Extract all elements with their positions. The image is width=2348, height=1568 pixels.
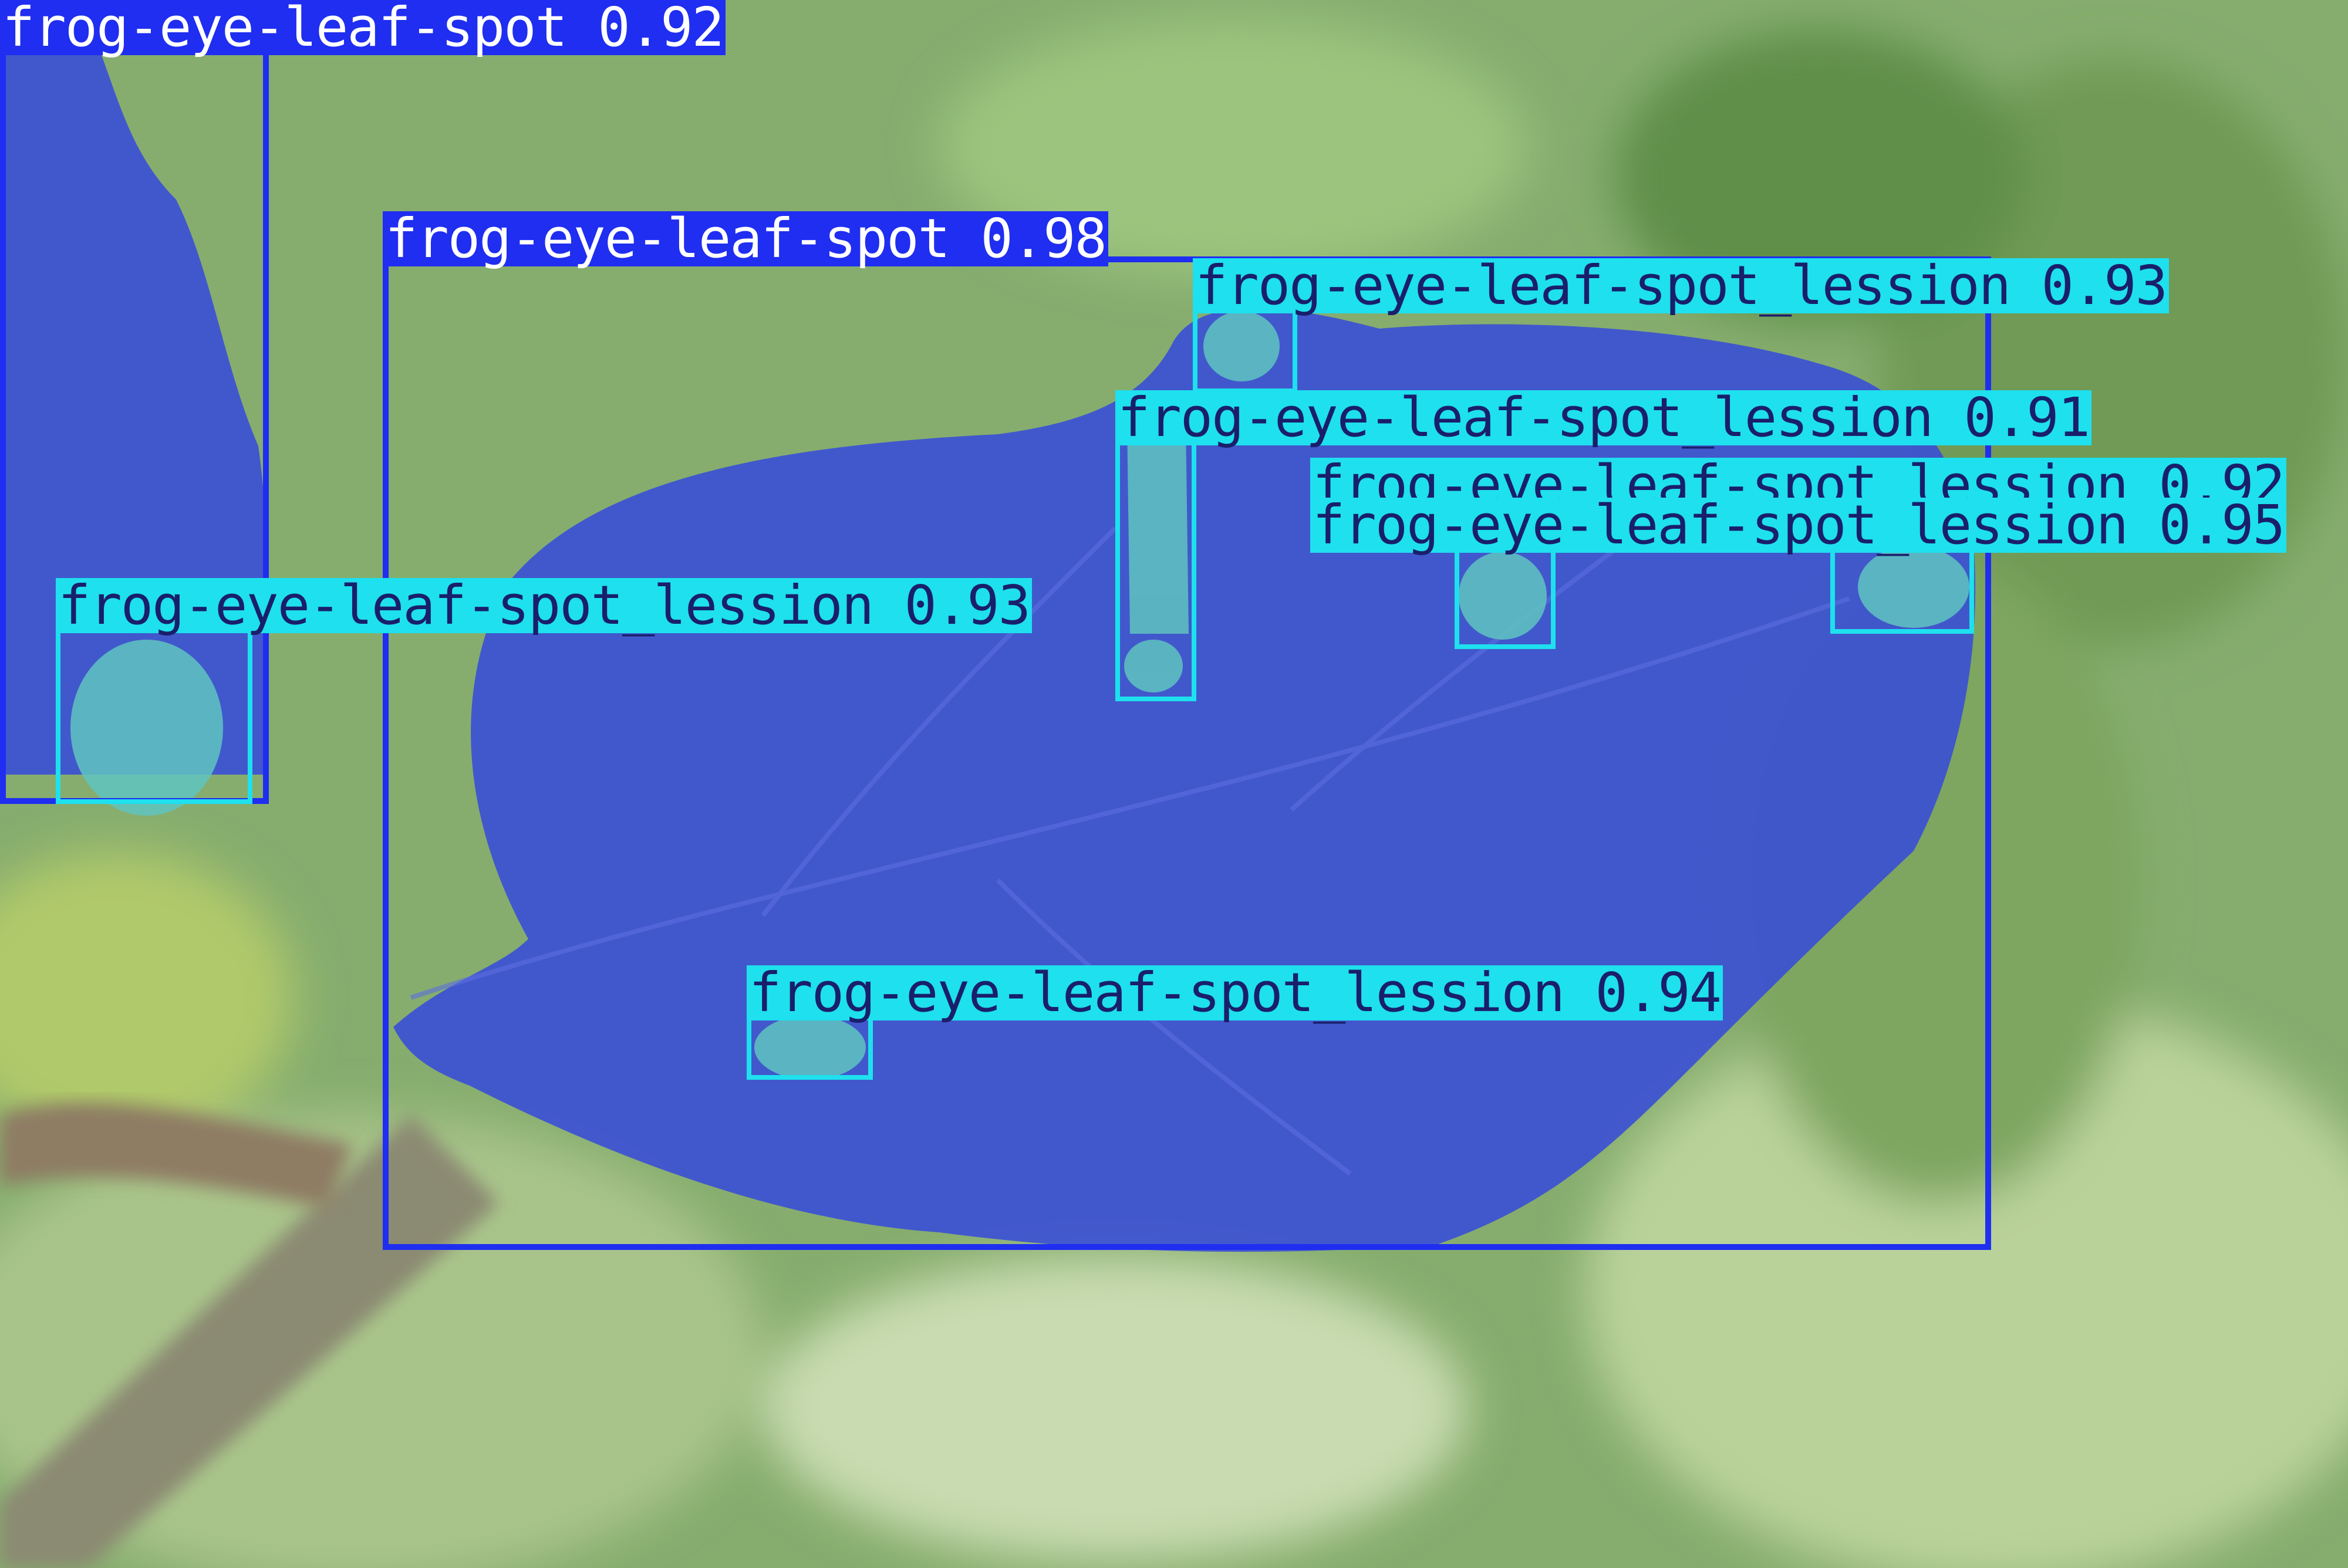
detection-label: frog-eye-leaf-spot 0.98	[383, 211, 1108, 266]
detection-image: frog-eye-leaf-spot 0.92 frog-eye-leaf-sp…	[0, 0, 2348, 1568]
detection-label: frog-eye-leaf-spot_lession 0.95	[1310, 498, 2287, 553]
detection-label: frog-eye-leaf-spot_lession 0.93	[1193, 258, 2170, 313]
bounding-box	[1115, 437, 1196, 701]
bounding-box	[747, 1015, 873, 1080]
detection-label: frog-eye-leaf-spot 0.92	[0, 0, 726, 55]
bounding-box	[56, 625, 252, 804]
bounding-box	[1455, 545, 1556, 649]
detection-label: frog-eye-leaf-spot_lession 0.91	[1115, 390, 2092, 445]
detection-label: frog-eye-leaf-spot_lession 0.94	[747, 965, 1723, 1020]
bounding-box	[1193, 308, 1297, 393]
detection-label: frog-eye-leaf-spot_lession 0.93	[56, 578, 1033, 633]
